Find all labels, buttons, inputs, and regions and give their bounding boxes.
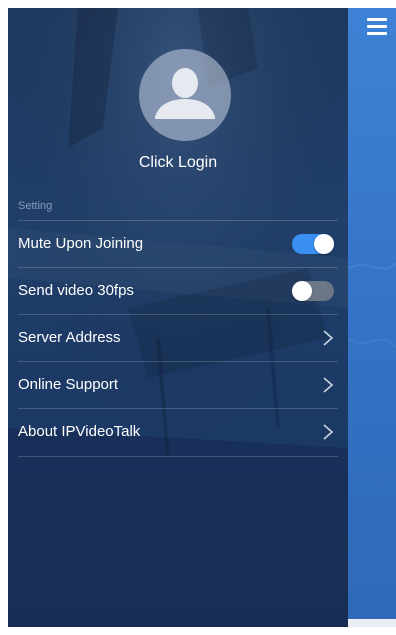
main-background-pattern [348, 262, 396, 349]
login-link[interactable]: Click Login [8, 154, 348, 172]
chevron-right-icon [323, 377, 334, 393]
chevron-right-icon [323, 424, 334, 440]
setting-label: Send video 30fps [18, 282, 134, 299]
setting-label: About IPVideoTalk [18, 423, 141, 440]
setting-label: Server Address [18, 329, 121, 346]
main-bottom-bar [348, 619, 396, 627]
user-avatar-icon[interactable] [139, 49, 231, 141]
setting-mute-upon-joining[interactable]: Mute Upon Joining [8, 221, 348, 267]
chevron-right-icon [323, 330, 334, 346]
navigation-drawer: Click Login Setting Mute Upon Joining Se… [8, 8, 348, 627]
settings-section-label: Setting [18, 200, 53, 212]
setting-label: Mute Upon Joining [18, 235, 144, 252]
setting-online-support[interactable]: Online Support [8, 362, 348, 408]
hamburger-menu-icon[interactable] [365, 16, 389, 38]
app-screen: Click Login Setting Mute Upon Joining Se… [0, 0, 396, 635]
divider [18, 456, 338, 457]
setting-server-address[interactable]: Server Address [8, 315, 348, 361]
toggle-knob [292, 281, 312, 301]
setting-send-video-30fps[interactable]: Send video 30fps [8, 268, 348, 314]
setting-label: Online Support [18, 376, 119, 393]
toggle-knob [314, 234, 334, 254]
person-silhouette-icon [155, 68, 215, 119]
main-content-peek[interactable] [348, 8, 396, 627]
mute-toggle-switch[interactable] [292, 234, 334, 254]
setting-about-ipvideotalk[interactable]: About IPVideoTalk [8, 409, 348, 455]
video-30fps-toggle-switch[interactable] [292, 281, 334, 301]
